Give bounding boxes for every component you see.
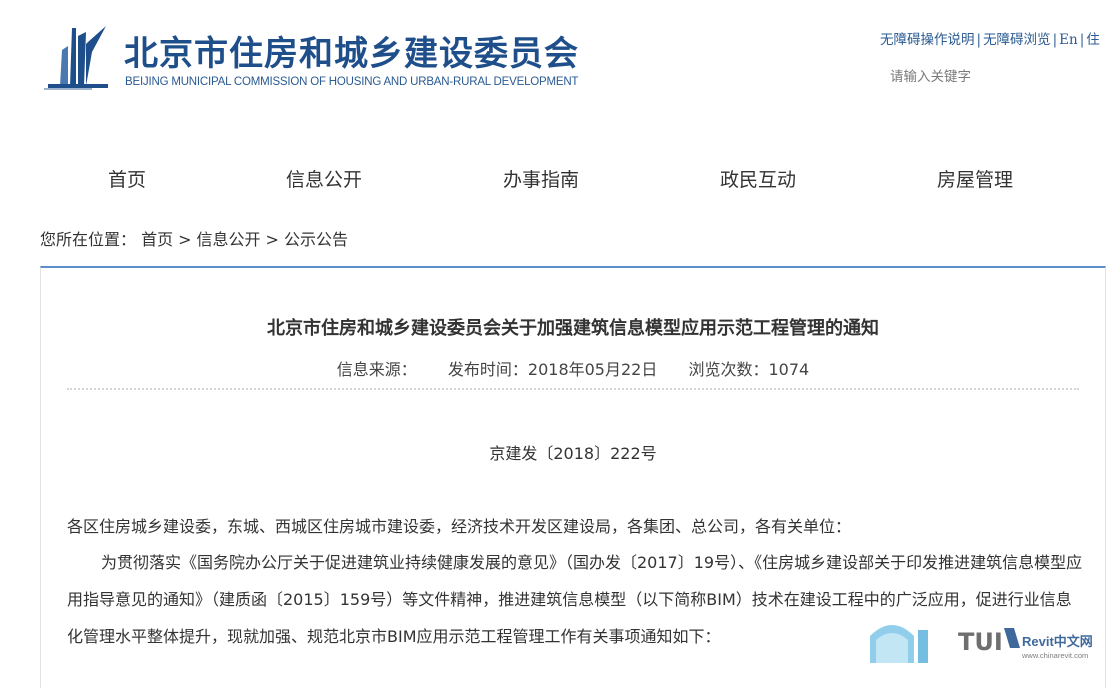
site-header: 北京市住房和城乡建设委员会 BEIJING MUNICIPAL COMMISSI… [0, 0, 1113, 120]
divider: | [1079, 32, 1085, 48]
accessibility-guide-link[interactable]: 无障碍操作说明 [880, 32, 975, 48]
site-subtitle: BEIJING MUNICIPAL COMMISSION OF HOUSING … [125, 76, 579, 88]
top-links: 无障碍操作说明 | 无障碍浏览 | En | 住 [880, 28, 1100, 48]
main-nav: 首页 信息公开 办事指南 政民互动 房屋管理 [0, 165, 1113, 199]
nav-item-home[interactable]: 首页 [108, 165, 146, 192]
svg-text:Revit中文网: Revit中文网 [1022, 634, 1093, 649]
article-date: 发布时间：2018年05月22日 [447, 360, 658, 379]
divider: | [1052, 32, 1058, 48]
breadcrumb-prefix: 您所在位置： [40, 230, 137, 249]
english-link[interactable]: En [1059, 32, 1078, 48]
breadcrumb-info-disclosure[interactable]: 信息公开 [197, 230, 261, 249]
breadcrumb: 您所在位置： 首页 > 信息公开 > 公示公告 [40, 226, 348, 250]
article-views: 浏览次数：1074 [688, 360, 810, 379]
divider: | [976, 32, 982, 48]
more-link[interactable]: 住 [1086, 32, 1100, 48]
svg-text:www.chinarevit.com: www.chinarevit.com [1021, 651, 1088, 660]
dotted-divider [67, 388, 1079, 390]
breadcrumb-separator: > [178, 230, 192, 249]
breadcrumb-announcements[interactable]: 公示公告 [284, 230, 348, 249]
article-paragraph-addressees: 各区住房城乡建设委，东城、西城区住房城市建设委，经济技术开发区建设局，各集团、总… [67, 517, 852, 536]
nav-item-info-disclosure[interactable]: 信息公开 [286, 165, 362, 192]
breadcrumb-home[interactable]: 首页 [141, 230, 173, 249]
document-number: 京建发〔2018〕222号 [489, 444, 657, 463]
nav-item-housing-management[interactable]: 房屋管理 [937, 165, 1013, 192]
svg-text:TUI: TUI [958, 628, 1003, 656]
article-title: 北京市住房和城乡建设委员会关于加强建筑信息模型应用示范工程管理的通知 [267, 318, 879, 339]
commission-logo-icon [44, 26, 108, 90]
article-source: 信息来源： [336, 360, 417, 379]
accessibility-browse-link[interactable]: 无障碍浏览 [983, 32, 1051, 48]
revit-watermark-logo: TUI Revit中文网 www.chinarevit.com [870, 625, 1093, 663]
nav-item-public-interaction[interactable]: 政民互动 [720, 165, 796, 192]
nav-item-service-guide[interactable]: 办事指南 [503, 165, 579, 192]
article-meta: 信息来源： 发布时间：2018年05月22日 浏览次数：1074 [41, 356, 1105, 380]
site-title: 北京市住房和城乡建设委员会 [124, 34, 579, 74]
search-input[interactable] [888, 64, 1092, 90]
breadcrumb-separator: > [265, 230, 279, 249]
